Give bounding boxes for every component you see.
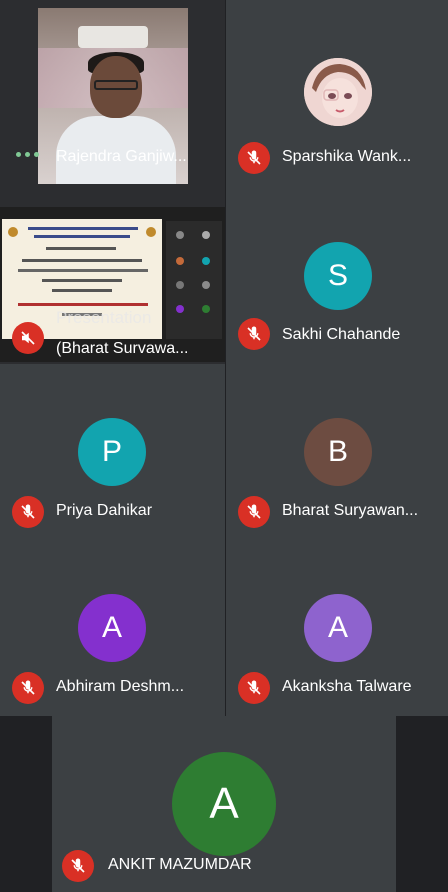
participant-name: Sparshika Wank... <box>282 148 412 165</box>
initial-avatar: A <box>78 594 146 662</box>
participant-tile-priya[interactable]: P Priya Dahikar <box>0 364 225 540</box>
participant-tile-abhiram[interactable]: A Abhiram Deshm... <box>0 540 225 716</box>
initial-avatar: A <box>304 594 372 662</box>
presenter-name: (Bharat Survawa... <box>56 340 189 357</box>
participant-tile-akanksha[interactable]: A Akanksha Talware <box>226 540 448 716</box>
presentation-thumbnails <box>166 221 222 339</box>
participant-tile-rajendra[interactable]: Rajendra Ganjiw... <box>0 0 225 186</box>
mic-off-icon <box>62 850 94 882</box>
profile-photo-avatar <box>304 58 372 126</box>
participant-name: Sakhi Chahande <box>282 326 401 343</box>
participant-name: Rajendra Ganjiw... <box>56 148 187 165</box>
initial-avatar: P <box>78 418 146 486</box>
mic-off-icon <box>238 496 270 528</box>
mic-off-icon <box>12 672 44 704</box>
presentation-label: Presentation <box>56 308 152 327</box>
participant-name: ANKIT MAZUMDAR <box>108 856 252 873</box>
initial-avatar: A <box>172 752 276 856</box>
mic-off-icon <box>12 496 44 528</box>
initial-avatar: S <box>304 242 372 310</box>
volume-off-icon <box>12 322 44 354</box>
participant-tile-ankit[interactable]: A ANKIT MAZUMDAR <box>52 716 396 892</box>
more-dots-icon <box>16 152 39 157</box>
participant-tile-sakhi[interactable]: S Sakhi Chahande <box>226 186 448 364</box>
mic-off-icon <box>238 318 270 350</box>
participant-name: Bharat Suryawan... <box>282 502 419 519</box>
initial-avatar: B <box>304 418 372 486</box>
mic-off-icon <box>238 142 270 174</box>
participant-name: Akanksha Talware <box>282 678 412 695</box>
participant-name: Abhiram Deshm... <box>56 678 185 695</box>
participant-name: Priya Dahikar <box>56 502 153 519</box>
participant-tile-sparshika[interactable]: Sparshika Wank... <box>226 0 448 186</box>
participant-tile-bharat[interactable]: B Bharat Suryawan... <box>226 364 448 540</box>
mic-off-icon <box>238 672 270 704</box>
